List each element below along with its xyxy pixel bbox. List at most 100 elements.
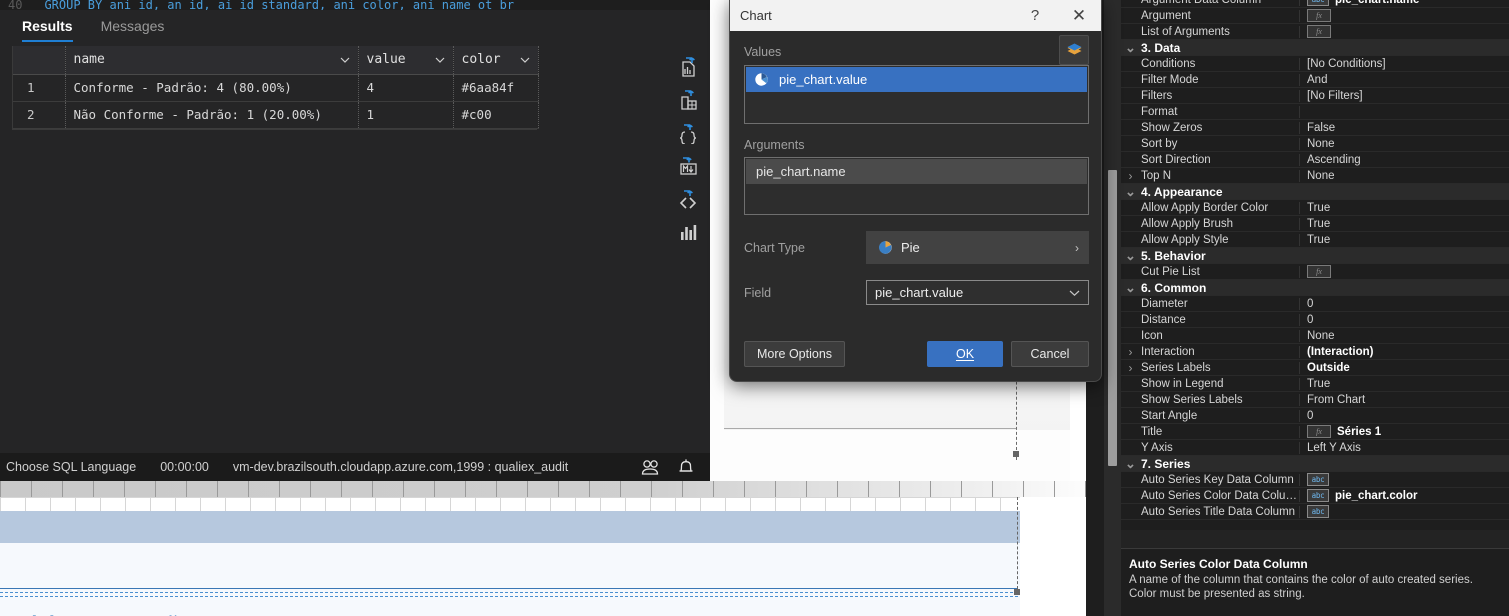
expression-fx-icon[interactable]: fx xyxy=(1307,265,1331,278)
property-row[interactable]: › Interaction (Interaction) xyxy=(1121,344,1509,360)
property-row[interactable]: › Top N None xyxy=(1121,168,1509,184)
property-value[interactable]: fx xyxy=(1300,265,1509,278)
group-users-icon[interactable] xyxy=(641,459,660,476)
values-listbox[interactable]: pie_chart.value xyxy=(744,65,1089,124)
grid-col-header-color[interactable]: color xyxy=(453,46,539,75)
property-row[interactable]: Argument Data Column abc pie_chart.name xyxy=(1121,0,1509,8)
cell-name[interactable]: Não Conforme - Padrão: 1 (20.00%) xyxy=(65,101,359,129)
sql-editor-code-line[interactable]: 40 GROUP BY ani_id, an_id, ai_id_standard… xyxy=(0,0,710,10)
property-value[interactable]: False xyxy=(1300,122,1509,134)
property-row[interactable]: Filter Mode And xyxy=(1121,72,1509,88)
arguments-listbox[interactable]: pie_chart.name xyxy=(744,157,1089,215)
property-value[interactable]: fx xyxy=(1300,25,1509,38)
results-grid[interactable]: name value color 1 Conforme - Padrão: 4 … xyxy=(12,46,539,130)
property-row[interactable]: › Series Labels Outside xyxy=(1121,360,1509,376)
bell-icon[interactable] xyxy=(678,458,694,476)
expression-fx-icon[interactable]: fx xyxy=(1307,425,1331,438)
property-row[interactable]: Filters [No Filters] xyxy=(1121,88,1509,104)
export-excel-icon[interactable] xyxy=(677,89,699,111)
property-row[interactable]: Sort Direction Ascending xyxy=(1121,152,1509,168)
property-value[interactable]: fx xyxy=(1300,9,1509,22)
layers-icon[interactable] xyxy=(1059,35,1089,65)
status-connection[interactable]: vm-dev.brazilsouth.cloudapp.azure.com,19… xyxy=(233,460,568,474)
export-chart-icon[interactable] xyxy=(677,221,699,243)
chart-type-selector[interactable]: Pie › xyxy=(866,231,1089,264)
property-row[interactable]: Cut Pie List fx xyxy=(1121,264,1509,280)
designer-grid-surface[interactable]: de Visita – 1ª Versão xyxy=(0,497,1086,616)
arguments-list-item[interactable]: pie_chart.name xyxy=(746,159,1087,184)
chevron-right-icon[interactable]: › xyxy=(1121,168,1140,184)
chevron-down-icon[interactable]: ⌄ xyxy=(1121,41,1140,54)
table-row[interactable]: 2 Não Conforme - Padrão: 1 (20.00%) 1 #c… xyxy=(13,101,539,129)
properties-grid[interactable]: Argument Data Columnabcpie_chart.nameArg… xyxy=(1121,0,1509,520)
export-markdown-icon[interactable] xyxy=(677,155,699,177)
grid-col-header-value[interactable]: value xyxy=(358,46,454,75)
property-value[interactable]: From Chart xyxy=(1300,394,1509,406)
property-value[interactable]: abc pie_chart.name xyxy=(1300,0,1509,6)
property-value[interactable]: abc xyxy=(1300,473,1509,486)
property-row[interactable]: Distance 0 xyxy=(1121,312,1509,328)
property-category-row[interactable]: ⌄ 4. Appearance xyxy=(1121,184,1509,200)
ok-button[interactable]: OK xyxy=(927,341,1003,367)
chart-dialog-titlebar[interactable]: Chart ? ✕ xyxy=(730,0,1101,31)
property-row[interactable]: Argument fx xyxy=(1121,8,1509,24)
chevron-down-icon[interactable]: ⌄ xyxy=(1121,249,1140,262)
property-category-row[interactable]: ⌄ 3. Data xyxy=(1121,40,1509,56)
property-value[interactable]: True xyxy=(1300,234,1509,246)
property-row[interactable]: Icon None xyxy=(1121,328,1509,344)
property-row[interactable]: Allow Apply Border Color True xyxy=(1121,200,1509,216)
report-band-header[interactable] xyxy=(0,511,1020,544)
property-row[interactable]: Auto Series Title Data Column abc xyxy=(1121,504,1509,520)
chevron-right-icon[interactable]: › xyxy=(1121,344,1140,360)
cell-color[interactable]: #6aa84f xyxy=(453,74,539,102)
expression-fx-icon[interactable]: fx xyxy=(1307,9,1331,22)
cell-color[interactable]: #c00 xyxy=(453,101,539,129)
property-value[interactable]: None xyxy=(1300,330,1509,342)
cancel-button[interactable]: Cancel xyxy=(1011,341,1089,367)
property-value[interactable]: True xyxy=(1300,202,1509,214)
export-json-icon[interactable] xyxy=(677,122,699,144)
property-value[interactable]: True xyxy=(1300,218,1509,230)
property-value[interactable]: [No Filters] xyxy=(1300,90,1509,102)
property-value[interactable]: abc xyxy=(1300,505,1509,518)
property-row[interactable]: List of Arguments fx xyxy=(1121,24,1509,40)
cell-value[interactable]: 4 xyxy=(358,74,454,102)
property-row[interactable]: Allow Apply Brush True xyxy=(1121,216,1509,232)
report-title-control[interactable]: de Visita – 1ª Versão xyxy=(0,549,1018,616)
tab-messages[interactable]: Messages xyxy=(101,10,179,42)
chevron-down-icon[interactable] xyxy=(340,55,350,65)
chevron-down-icon[interactable]: ⌄ xyxy=(1121,457,1140,470)
property-value[interactable]: [No Conditions] xyxy=(1300,58,1509,70)
property-row[interactable]: Start Angle 0 xyxy=(1121,408,1509,424)
status-sql-language[interactable]: Choose SQL Language xyxy=(6,460,136,474)
property-value[interactable]: None xyxy=(1300,138,1509,150)
property-category-row[interactable]: ⌄ 6. Common xyxy=(1121,280,1509,296)
property-value[interactable]: True xyxy=(1300,378,1509,390)
table-row[interactable]: 1 Conforme - Padrão: 4 (80.00%) 4 #6aa84… xyxy=(13,74,539,102)
field-select[interactable]: pie_chart.value xyxy=(866,280,1089,305)
chevron-down-icon[interactable]: ⌄ xyxy=(1121,281,1140,294)
export-csv-icon[interactable] xyxy=(677,56,699,78)
property-category-row[interactable]: ⌄ 5. Behavior xyxy=(1121,248,1509,264)
property-value[interactable]: fx Séries 1 xyxy=(1300,425,1509,438)
property-row[interactable]: Show Zeros False xyxy=(1121,120,1509,136)
property-value[interactable]: 0 xyxy=(1300,410,1509,422)
property-row[interactable]: Auto Series Color Data Column abc pie_char… xyxy=(1121,488,1509,504)
property-category-row[interactable]: ⌄ 7. Series xyxy=(1121,456,1509,472)
property-value[interactable]: And xyxy=(1300,74,1509,86)
property-row[interactable]: Auto Series Key Data Column abc xyxy=(1121,472,1509,488)
property-row[interactable]: Diameter 0 xyxy=(1121,296,1509,312)
designer-selection-handle[interactable] xyxy=(1013,451,1019,457)
chevron-right-icon[interactable]: › xyxy=(1121,360,1140,376)
chevron-down-icon[interactable]: ⌄ xyxy=(1121,185,1140,198)
property-row[interactable]: Title fx Séries 1 xyxy=(1121,424,1509,440)
property-value[interactable]: None xyxy=(1300,170,1509,182)
export-xml-icon[interactable] xyxy=(677,188,699,210)
property-value[interactable]: abc pie_chart.color xyxy=(1300,489,1509,502)
cell-name[interactable]: Conforme - Padrão: 4 (80.00%) xyxy=(65,74,359,102)
property-value[interactable]: Outside xyxy=(1300,362,1509,374)
property-row[interactable]: Y Axis Left Y Axis xyxy=(1121,440,1509,456)
property-row[interactable]: Sort by None xyxy=(1121,136,1509,152)
chevron-down-icon[interactable] xyxy=(435,55,445,65)
tab-results[interactable]: Results xyxy=(22,10,87,42)
